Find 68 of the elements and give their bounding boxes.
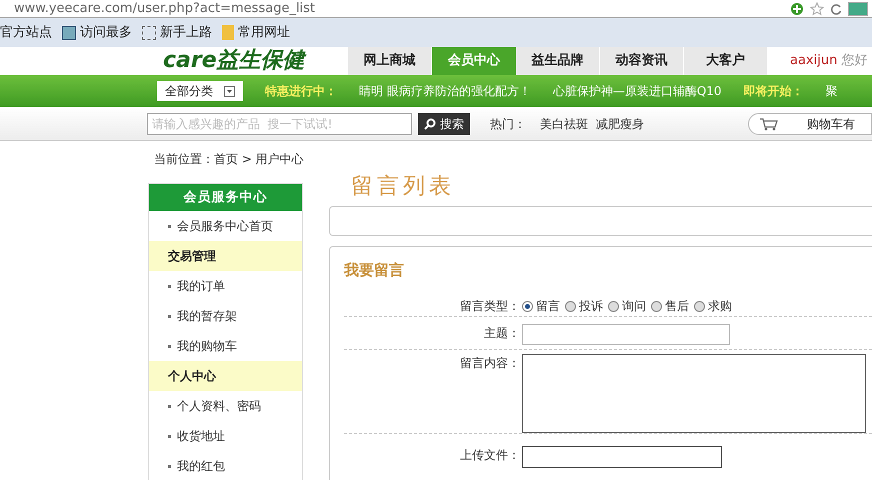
promo-heading: 即将开始： — [744, 83, 804, 100]
bullet-icon — [168, 284, 171, 288]
nav-tab[interactable]: 网上商城 — [348, 47, 432, 75]
field-label: 上传文件： — [459, 447, 521, 464]
search-engine-icon[interactable] — [848, 2, 868, 16]
breadcrumb-text: 当前位置：首页 > 用户中心 — [154, 151, 304, 168]
radio-label: 投诉 — [579, 298, 603, 315]
cart-icon — [759, 116, 779, 130]
form-title: 我要留言 — [344, 260, 405, 281]
site-logo[interactable]: care益生保健 — [163, 50, 348, 72]
radio-button[interactable] — [565, 300, 576, 312]
radio-button[interactable] — [651, 300, 662, 312]
sidebar-link[interactable]: 我的购物车 — [177, 337, 237, 355]
page-icon — [142, 26, 156, 40]
sidebar-link[interactable]: 会员服务中心首页 — [177, 217, 273, 235]
radio-label: 求购 — [708, 298, 732, 315]
promo-heading: 特惠进行中： — [265, 83, 337, 100]
sidebar-link[interactable]: 个人资料、密码 — [177, 397, 261, 415]
go-icon[interactable] — [790, 2, 804, 16]
upload-field[interactable] — [522, 446, 722, 468]
sidebar-link[interactable]: 我的红包 — [177, 457, 225, 475]
radio-label: 留言 — [536, 298, 560, 315]
nav-tab[interactable]: 益生品牌 — [516, 47, 600, 75]
sidebar-section: 交易管理 — [149, 241, 302, 271]
sidebar-link[interactable]: 我的暂存架 — [177, 307, 237, 325]
radio-button[interactable] — [694, 300, 705, 312]
folder-icon — [222, 25, 234, 40]
search-field[interactable]: 请输入感兴趣的产品 搜一下试试! — [147, 112, 412, 134]
bullet-icon — [168, 434, 171, 438]
radio-label: 询问 — [622, 298, 646, 315]
category-dropdown[interactable]: 全部分类 — [157, 81, 243, 101]
nav-tab[interactable]: 动容资讯 — [600, 47, 684, 75]
greeting-text: 您好 — [841, 52, 868, 70]
bullet-icon — [168, 404, 171, 408]
cart-button[interactable]: 购物车有 — [748, 112, 872, 134]
sidebar-title: 会员服务中心 — [149, 184, 302, 211]
url-text[interactable]: www.yeecare.com/user.php?act=message_list — [0, 0, 316, 18]
bookmark-link[interactable]: 访问最多 — [80, 22, 132, 42]
bullet-icon — [168, 344, 171, 348]
radio-label: 售后 — [665, 298, 689, 315]
hot-label: 热门： — [490, 116, 526, 132]
sidebar-link[interactable]: 收货地址 — [177, 427, 225, 445]
field-label: 留言类型： — [459, 298, 521, 315]
radio-button[interactable] — [608, 300, 619, 312]
username-link[interactable]: aaxijun — [790, 51, 838, 71]
field-label: 主题： — [483, 325, 521, 342]
bookmark-link[interactable]: 新手上路 — [160, 22, 212, 42]
hot-search-link[interactable]: 减肥瘦身 — [596, 114, 644, 132]
reload-icon[interactable] — [830, 2, 842, 14]
star-icon[interactable] — [810, 2, 824, 16]
hot-search-link[interactable]: 美白祛斑 — [540, 114, 588, 132]
bullet-icon — [168, 224, 171, 228]
search-icon — [424, 118, 436, 130]
bullet-icon — [168, 464, 171, 468]
caret-icon — [224, 86, 235, 96]
content-field[interactable] — [522, 354, 866, 433]
search-button[interactable]: 搜索 — [418, 112, 470, 134]
subject-field[interactable] — [522, 324, 730, 345]
radio-button[interactable] — [522, 300, 533, 312]
nav-tab[interactable]: 大客户 — [684, 47, 768, 75]
bookmark-link[interactable]: 常用网址 — [238, 22, 290, 42]
page-title: 留言列表 — [350, 173, 456, 201]
bullet-icon — [168, 314, 171, 318]
sidebar-link[interactable]: 我的订单 — [177, 277, 225, 295]
bookmark-link[interactable]: 官方站点 — [0, 22, 52, 42]
page-icon — [62, 26, 76, 40]
sidebar-section: 个人中心 — [149, 361, 302, 391]
field-label: 留言内容： — [459, 355, 521, 372]
